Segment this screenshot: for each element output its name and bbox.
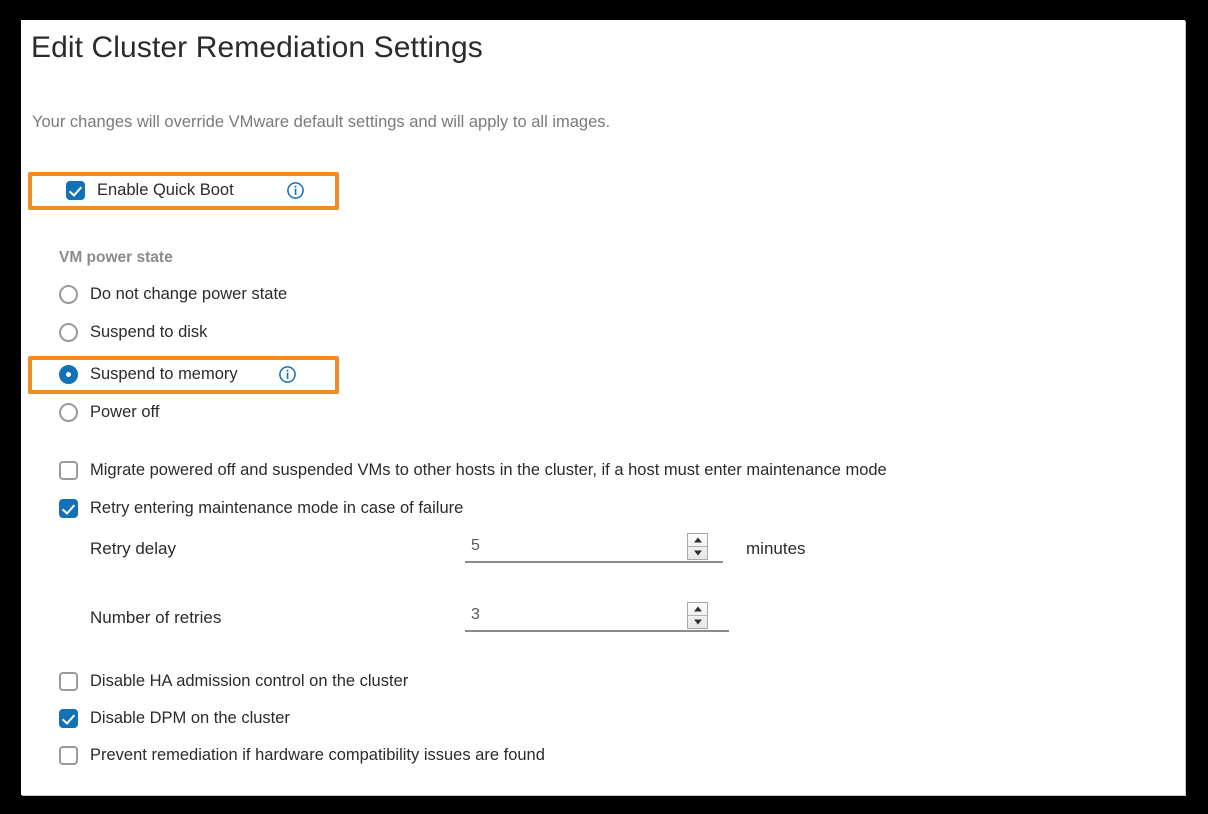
spinner-down-icon[interactable] [688,616,707,628]
info-circle-icon[interactable] [287,182,304,199]
radio-power-off[interactable] [59,403,78,422]
label-retry-delay: Retry delay [90,539,176,558]
dialog-subtitle: Your changes will override VMware defaul… [32,113,611,131]
label-do-not-change-power-state: Do not change power state [90,285,288,303]
radio-do-not-change-power-state[interactable] [59,285,78,304]
label-retry-entering-maintenance-mode: Retry entering maintenance mode in case … [90,499,464,517]
info-circle-icon[interactable] [279,366,296,383]
label-enable-quick-boot: Enable Quick Boot [97,181,234,199]
spinner-up-icon[interactable] [688,534,707,547]
checkbox-retry-entering-maintenance-mode[interactable] [59,499,78,518]
dialog-panel: Edit Cluster Remediation Settings Your c… [21,20,1185,795]
checkbox-migrate-vms[interactable] [59,461,78,480]
label-migrate-vms: Migrate powered off and suspended VMs to… [90,461,887,479]
group-label-vm-power-state: VM power state [59,249,173,266]
spinner-number-of-retries[interactable] [687,602,708,629]
checkbox-disable-ha-admission-control[interactable] [59,672,78,691]
label-power-off: Power off [90,403,160,421]
label-number-of-retries: Number of retries [90,608,222,627]
label-suspend-to-memory: Suspend to memory [90,365,238,383]
radio-suspend-to-memory[interactable] [59,365,78,384]
label-disable-ha-admission-control: Disable HA admission control on the clus… [90,672,409,690]
label-suspend-to-disk: Suspend to disk [90,323,208,341]
checkbox-disable-dpm[interactable] [59,709,78,728]
checkbox-prevent-remediation[interactable] [59,746,78,765]
label-prevent-remediation: Prevent remediation if hardware compatib… [90,746,545,764]
spinner-up-icon[interactable] [688,603,707,616]
radio-suspend-to-disk[interactable] [59,323,78,342]
unit-label-retry-delay: minutes [746,539,806,558]
spinner-retry-delay[interactable] [687,533,708,560]
checkbox-enable-quick-boot[interactable] [66,181,85,200]
page-title: Edit Cluster Remediation Settings [31,31,483,64]
input-retry-delay[interactable] [465,533,723,563]
spinner-down-icon[interactable] [688,547,707,559]
label-disable-dpm: Disable DPM on the cluster [90,709,290,727]
